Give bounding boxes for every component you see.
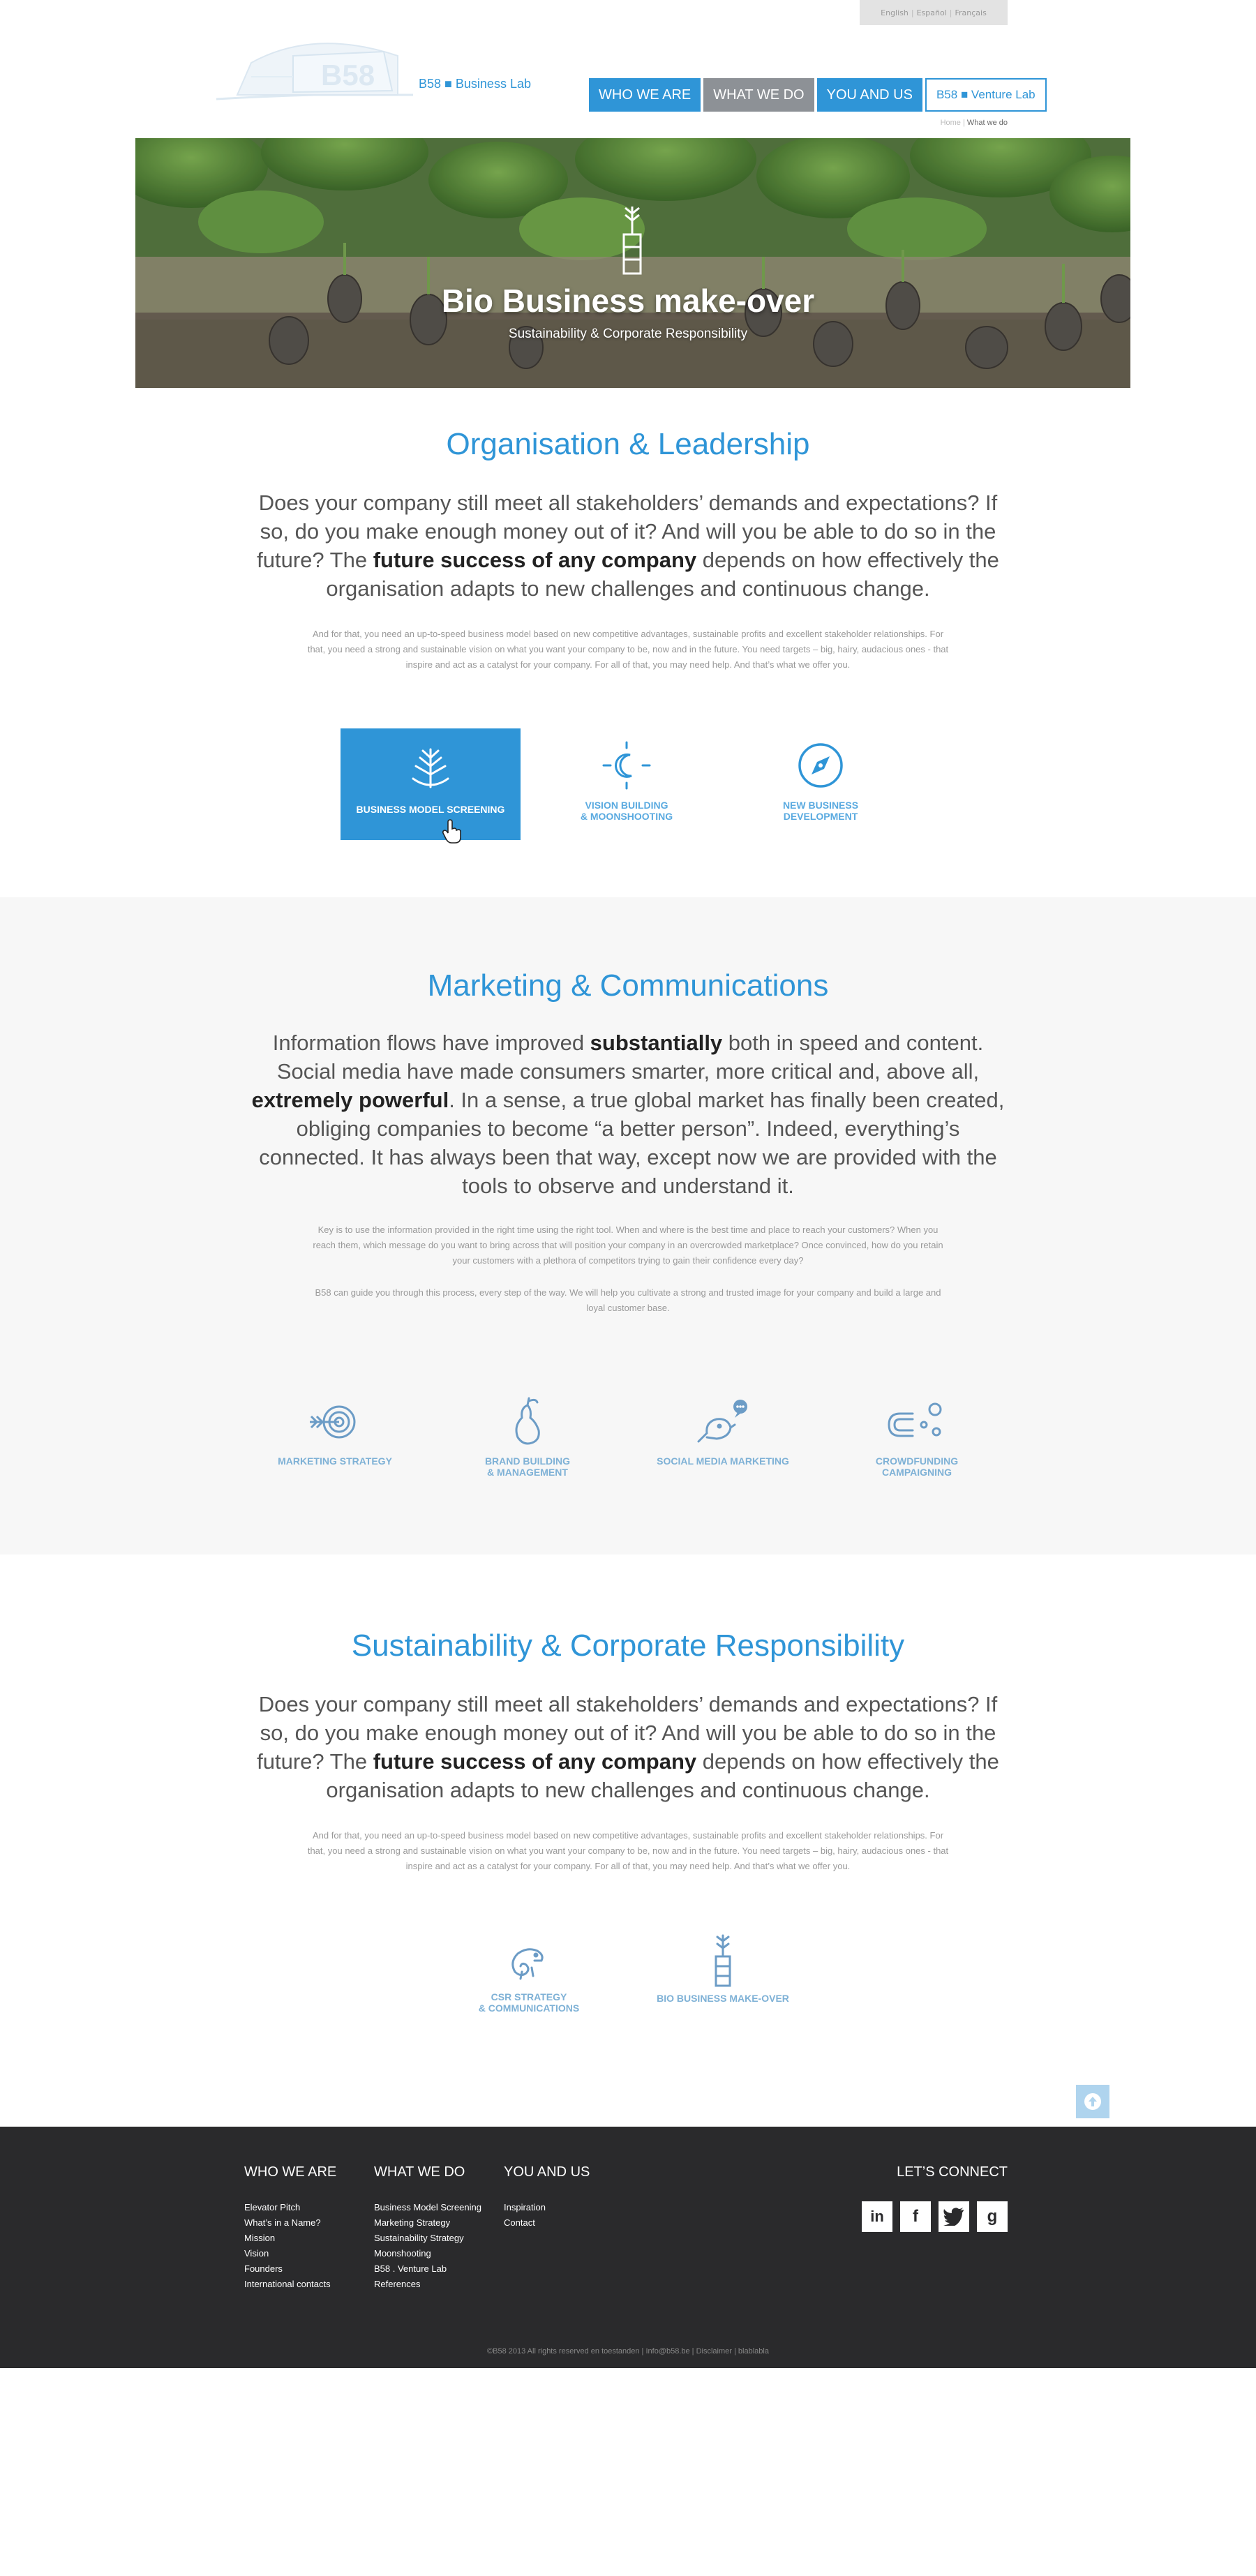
footer-link[interactable]: Sustainability Strategy [374,2231,481,2246]
tile-marketing-strategy[interactable]: MARKETING STRATEGY [265,1394,405,1467]
target-icon [310,1405,356,1439]
footer-col-who-we-are: WHO WE ARE Elevator Pitch What’s in a Na… [244,2164,336,2292]
tile-label: BRAND BUILDING & MANAGEMENT [484,1455,571,1478]
facebook-icon[interactable]: f [900,2201,931,2232]
language-bar: English | Español | Français [860,0,1008,25]
breadcrumb-current: What we do [966,119,1008,127]
chameleon-icon [511,1948,544,1980]
lead-text: Information flows have improved [272,1031,590,1055]
section-body-organisation: And for that, you need an up-to-speed bu… [307,629,949,670]
tile-new-business-development[interactable]: NEW BUSINESS DEVELOPMENT [751,741,890,822]
nav-who-we-are[interactable]: WHO WE ARE [589,78,701,112]
bird-icon [697,1400,747,1443]
tile-csr-strategy[interactable]: CSR STRATEGY & COMMUNICATIONS [459,1937,599,2014]
back-to-top-button[interactable] [1076,2085,1109,2118]
hero-subtitle: Sustainability & Corporate Responsibilit… [508,327,748,341]
tile-bio-business-make-over[interactable]: BIO BUSINESS MAKE-OVER [653,1933,793,2004]
hero-image [135,138,1130,388]
copyright: ©B58 2013 All rights reserved en toestan… [487,2347,769,2356]
main-nav: WHO WE ARE WHAT WE DO YOU AND US B58 ■ V… [589,78,1047,112]
footer-link[interactable]: B58 . Venture Lab [374,2261,481,2277]
tile-label: VISION BUILDING & MOONSHOOTING [580,800,673,822]
hero-title: Bio Business make-over [441,283,815,319]
footer-link[interactable]: Founders [244,2261,336,2277]
lead-bold: future success of any company [373,548,697,572]
breadcrumb-home[interactable]: Home [941,119,961,127]
social-links: in f g [862,2201,1008,2232]
section-title-organisation: Organisation & Leadership [446,427,810,461]
footer-heading[interactable]: YOU AND US [504,2164,590,2180]
section-title-marketing: Marketing & Communications [427,968,829,1003]
section-body-marketing-2: B58 can guide you through this process, … [315,1287,941,1313]
section-title-sustainability: Sustainability & Corporate Responsibilit… [351,1628,905,1663]
nav-what-we-do[interactable]: WHAT WE DO [703,78,814,112]
footer-heading: LET’S CONNECT [897,2164,1008,2180]
lead-bold: extremely powerful [251,1088,449,1112]
lead-bold: substantially [590,1031,723,1055]
tile-vision-building[interactable]: VISION BUILDING & MOONSHOOTING [557,741,696,822]
tile-label: MARKETING STRATEGY [278,1455,392,1467]
footer-link[interactable]: Contact [504,2215,590,2231]
tile-label: CSR STRATEGY & COMMUNICATIONS [478,1991,580,2014]
tile-label: BUSINESS MODEL SCREENING [356,804,505,815]
tile-label: SOCIAL MEDIA MARKETING [657,1455,789,1467]
breadcrumb-separator: | [962,119,965,127]
twitter-icon[interactable] [939,2201,969,2232]
lang-francais[interactable]: Français [955,8,987,17]
linkedin-icon[interactable]: in [862,2201,892,2232]
tile-crowdfunding[interactable]: CROWDFUNDING CAMPAIGNING [847,1394,987,1478]
tile-label: BIO BUSINESS MAKE-OVER [657,1993,789,2004]
magnet-icon [888,1402,942,1437]
lead-bold: future success of any company [373,1749,697,1774]
lang-english[interactable]: English [881,8,909,17]
compass-icon [798,743,843,788]
tree-icon [412,748,449,788]
hand-cursor-icon [442,819,461,844]
footer-link[interactable]: Mission [244,2231,336,2246]
footer-col-you-and-us: YOU AND US Inspiration Contact [504,2164,590,2231]
section-body-sustainability: And for that, you need an up-to-speed bu… [307,1830,949,1871]
nav-you-and-us[interactable]: YOU AND US [816,78,922,112]
tile-brand-building[interactable]: BRAND BUILDING & MANAGEMENT [458,1394,597,1478]
tile-label: NEW BUSINESS DEVELOPMENT [782,800,859,822]
arrow-up-icon [1084,2093,1101,2110]
footer-link[interactable]: International contacts [244,2277,336,2292]
footer-link[interactable]: Moonshooting [374,2246,481,2261]
footer-heading[interactable]: WHO WE ARE [244,2164,336,2180]
tile-business-model-screening[interactable]: BUSINESS MODEL SCREENING [341,728,521,844]
lang-separator: | [911,8,914,17]
footer-col-what-we-do: WHAT WE DO Business Model Screening Mark… [374,2164,481,2292]
section-body-marketing-1: Key is to use the information provided i… [313,1225,943,1266]
b58-logo[interactable]: B58 [209,35,419,105]
google-plus-icon[interactable]: g [977,2201,1008,2232]
section-lead-organisation: Does your company still meet all stakeho… [251,488,1005,603]
lang-separator: | [949,8,952,17]
footer: WHO WE ARE Elevator Pitch What’s in a Na… [0,2127,1256,2368]
nav-venture-lab[interactable]: B58 ■ Venture Lab [925,78,1047,112]
moon-icon [602,741,651,790]
footer-connect: LET’S CONNECT in f g [862,2164,1008,2232]
tile-label: CROWDFUNDING CAMPAIGNING [875,1455,959,1478]
footer-link[interactable]: Elevator Pitch [244,2200,336,2215]
footer-link[interactable]: Marketing Strategy [374,2215,481,2231]
breadcrumb: Home | What we do [941,119,1008,127]
pear-icon [515,1397,540,1445]
footer-link[interactable]: References [374,2277,481,2292]
footer-link[interactable]: Inspiration [504,2200,590,2215]
svg-text:B58: B58 [321,59,375,91]
section-lead-sustainability: Does your company still meet all stakeho… [251,1690,1005,1804]
footer-link[interactable]: Business Model Screening [374,2200,481,2215]
footer-heading[interactable]: WHAT WE DO [374,2164,481,2180]
tile-social-media-marketing[interactable]: SOCIAL MEDIA MARKETING [653,1394,793,1467]
section-lead-marketing: Information flows have improved substant… [251,1028,1005,1200]
footer-link[interactable]: Vision [244,2246,336,2261]
footer-link[interactable]: What’s in a Name? [244,2215,336,2231]
sprout-icon [715,1934,731,1987]
lang-espanol[interactable]: Español [917,8,947,17]
hero-banner [135,138,1130,388]
logo-text[interactable]: B58 ■ Business Lab [419,77,531,91]
